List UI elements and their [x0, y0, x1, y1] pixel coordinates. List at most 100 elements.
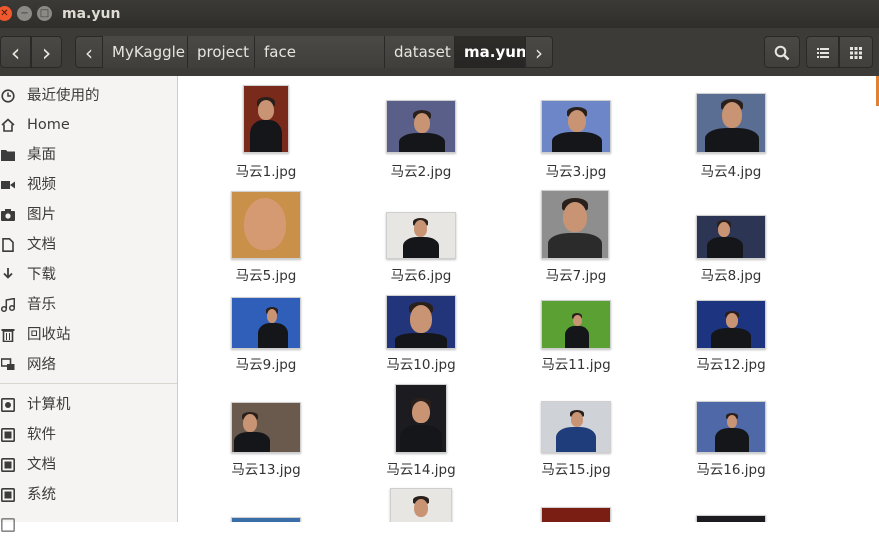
maximize-window-button[interactable]: □: [37, 6, 52, 21]
sidebar-item-label: 桌面: [27, 147, 56, 163]
grid-view-icon: [850, 47, 862, 59]
file-thumbnail: [696, 300, 766, 349]
title-bar: ✕ − □ ma.yun: [0, 0, 879, 28]
file-thumbnail: [541, 100, 611, 153]
file-thumbnail-partial[interactable]: [696, 515, 766, 522]
sidebar-item-desktop[interactable]: 桌面: [0, 141, 177, 169]
sidebar-item-recent[interactable]: 最近使用的: [0, 82, 177, 110]
sidebar-divider: [0, 383, 177, 384]
sidebar-item-documents[interactable]: 文档: [0, 231, 177, 259]
sidebar-item-partial[interactable]: [0, 511, 177, 539]
breadcrumb-scroll-right-button[interactable]: ›: [525, 36, 553, 68]
forward-button[interactable]: ›: [31, 36, 62, 68]
file-item[interactable]: 马云13.jpg: [196, 378, 336, 482]
search-button[interactable]: [764, 36, 800, 68]
sidebar-item-drive-system[interactable]: 系统: [0, 481, 177, 509]
file-item[interactable]: 马云7.jpg: [506, 184, 646, 284]
sidebar-item-downloads[interactable]: 下载: [0, 261, 177, 289]
sidebar-item-videos[interactable]: 视频: [0, 171, 177, 199]
breadcrumb-item[interactable]: face recognition: [255, 36, 385, 93]
sidebar-item-pictures[interactable]: 图片: [0, 201, 177, 229]
file-item[interactable]: 马云6.jpg: [351, 184, 491, 284]
sidebar-item-computer[interactable]: 计算机: [0, 391, 177, 419]
file-name: 马云11.jpg: [541, 357, 611, 373]
file-thumbnail: [395, 384, 447, 453]
toolbar: ‹ › ‹ MyKaggle project face recognition …: [0, 28, 879, 93]
file-item[interactable]: 马云5.jpg: [196, 184, 336, 284]
sidebar-item-drive-documents[interactable]: 文档: [0, 451, 177, 479]
file-thumbnail: [386, 100, 456, 153]
close-window-button[interactable]: ✕: [0, 6, 12, 21]
breadcrumb-item[interactable]: MyKaggle: [103, 36, 188, 68]
breadcrumb-item[interactable]: project: [188, 36, 255, 68]
file-item[interactable]: 马云4.jpg: [661, 76, 801, 182]
file-name: 马云15.jpg: [541, 462, 611, 478]
sidebar-item-network[interactable]: 网络: [0, 351, 177, 379]
file-name: 马云7.jpg: [545, 268, 607, 284]
breadcrumb-scroll-left-button[interactable]: ‹: [75, 36, 103, 68]
file-thumbnail: [243, 85, 289, 153]
file-item[interactable]: 马云3.jpg: [506, 76, 646, 182]
breadcrumb-item[interactable]: dataset: [385, 36, 455, 68]
file-item[interactable]: 马云14.jpg: [351, 378, 491, 482]
sidebar-item-label: 文档: [27, 457, 56, 473]
file-item[interactable]: 马云9.jpg: [196, 286, 336, 376]
file-thumbnail: [386, 212, 456, 259]
file-thumbnail: [386, 295, 456, 349]
sidebar-item-label: 回收站: [27, 327, 71, 343]
sidebar-item-label: 视频: [27, 177, 56, 193]
file-name: 马云13.jpg: [231, 462, 301, 478]
file-item[interactable]: 马云8.jpg: [661, 184, 801, 284]
file-name: 马云2.jpg: [390, 164, 452, 180]
file-name: 马云14.jpg: [386, 462, 456, 478]
file-item[interactable]: 马云16.jpg: [661, 378, 801, 482]
folder-icon: [1, 150, 15, 161]
file-name: 马云4.jpg: [700, 164, 762, 180]
sidebar-item-label: 网络: [27, 357, 56, 373]
file-name: 马云3.jpg: [545, 164, 607, 180]
file-item[interactable]: 马云10.jpg: [351, 286, 491, 376]
computer-icon: [1, 398, 15, 412]
file-item[interactable]: 马云15.jpg: [506, 378, 646, 482]
drive-icon: [1, 488, 15, 502]
sidebar: 最近使用的 Home 桌面 视频 图片 文档 下载 音乐 回收站 网络 计算机: [0, 76, 178, 532]
back-button[interactable]: ‹: [0, 36, 31, 68]
file-thumbnail-partial[interactable]: [231, 517, 301, 522]
file-thumbnail: [231, 191, 301, 259]
drive-icon: [1, 458, 15, 472]
list-view-button[interactable]: [806, 36, 839, 68]
sidebar-item-drive-software[interactable]: 软件: [0, 421, 177, 449]
file-item[interactable]: 马云11.jpg: [506, 286, 646, 376]
file-name: 马云9.jpg: [235, 357, 297, 373]
sidebar-item-label: 图片: [27, 207, 56, 223]
file-name: 马云5.jpg: [235, 268, 297, 284]
file-item[interactable]: 马云2.jpg: [351, 76, 491, 182]
sidebar-item-music[interactable]: 音乐: [0, 291, 177, 319]
file-thumbnail: [696, 215, 766, 259]
file-grid: 马云1.jpg 马云2.jpg 马云3.jpg 马云4.jpg 马云5.jpg: [178, 76, 879, 522]
clock-icon: [1, 89, 15, 103]
network-icon: [1, 358, 15, 370]
minimize-window-button[interactable]: −: [17, 6, 32, 21]
search-icon: [774, 45, 790, 61]
file-item[interactable]: 马云12.jpg: [661, 286, 801, 376]
music-icon: [1, 298, 15, 312]
video-icon: [1, 181, 15, 189]
sidebar-item-home[interactable]: Home: [0, 111, 177, 139]
drive-icon: [1, 428, 15, 442]
sidebar-item-label: 最近使用的: [27, 88, 100, 104]
grid-view-button[interactable]: [839, 36, 873, 68]
sidebar-item-label: 软件: [27, 427, 56, 443]
drive-icon: [1, 518, 15, 532]
file-thumbnail-partial[interactable]: [541, 507, 611, 522]
sidebar-item-label: Home: [27, 117, 70, 133]
file-name: 马云8.jpg: [700, 268, 762, 284]
file-thumbnail-partial[interactable]: [390, 488, 452, 522]
breadcrumb-item-current[interactable]: ma.yun: [455, 36, 527, 68]
sidebar-item-trash[interactable]: 回收站: [0, 321, 177, 349]
chevron-left-icon: ‹: [85, 41, 93, 65]
trash-icon: [1, 329, 15, 342]
camera-icon: [1, 209, 15, 221]
file-thumbnail: [541, 190, 609, 259]
file-item[interactable]: 马云1.jpg: [196, 76, 336, 182]
